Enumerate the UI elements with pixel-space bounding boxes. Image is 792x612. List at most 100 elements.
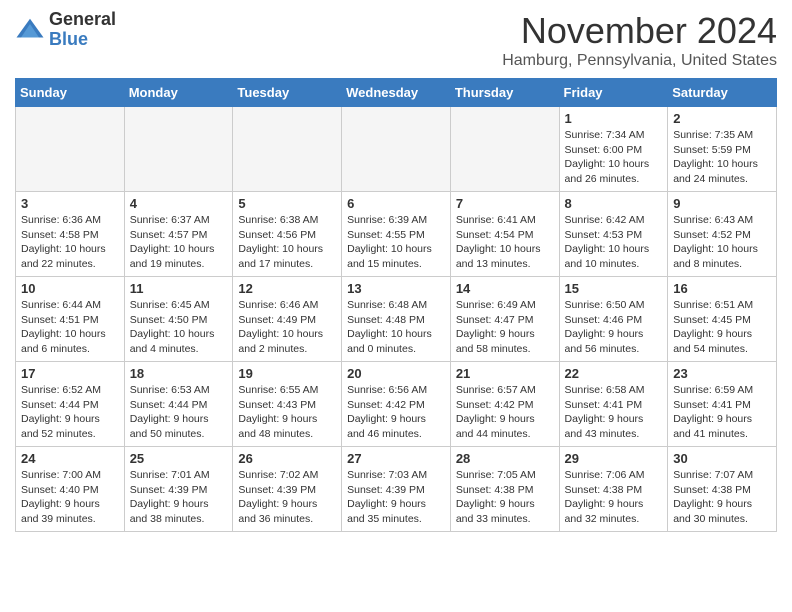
day-info: Sunrise: 6:44 AMSunset: 4:51 PMDaylight:… [21,298,119,357]
day-number: 28 [456,451,554,466]
weekday-header-wednesday: Wednesday [342,79,451,107]
day-number: 24 [21,451,119,466]
day-cell: 26 Sunrise: 7:02 AMSunset: 4:39 PMDayligh… [233,447,342,532]
day-cell: 15Sunrise: 6:50 AMSunset: 4:46 PMDayligh… [559,277,668,362]
day-number: 6 [347,196,445,211]
day-info: Sunrise: 6:51 AMSunset: 4:45 PMDaylight:… [673,298,771,357]
logo-text: General Blue [49,10,116,50]
day-number: 1 [565,111,663,126]
day-number: 20 [347,366,445,381]
day-cell: 29Sunrise: 7:06 AMSunset: 4:38 PMDayligh… [559,447,668,532]
day-cell: 16 Sunrise: 6:51 AMSunset: 4:45 PMDayligh… [668,277,777,362]
logo-icon [15,15,45,45]
day-cell: 21 Sunrise: 6:57 AMSunset: 4:42 PMDayligh… [450,362,559,447]
day-cell: 8 Sunrise: 6:42 AMSunset: 4:53 PMDaylight… [559,192,668,277]
day-number: 30 [673,451,771,466]
day-number: 3 [21,196,119,211]
day-cell [233,107,342,192]
weekday-header-thursday: Thursday [450,79,559,107]
month-title: November 2024 [502,10,777,52]
day-info: Sunrise: 6:59 AMSunset: 4:41 PMDaylight:… [673,383,771,442]
day-cell: 9Sunrise: 6:43 AMSunset: 4:52 PMDaylight… [668,192,777,277]
location: Hamburg, Pennsylvania, United States [502,52,777,70]
day-cell: 25 Sunrise: 7:01 AMSunset: 4:39 PMDayligh… [124,447,233,532]
day-number: 21 [456,366,554,381]
day-number: 8 [565,196,663,211]
day-info: Sunrise: 6:46 AMSunset: 4:49 PMDaylight:… [238,298,336,357]
calendar-table: SundayMondayTuesdayWednesdayThursdayFrid… [15,78,777,532]
week-row-1: 1 Sunrise: 7:34 AMSunset: 6:00 PMDaylight… [16,107,777,192]
day-number: 25 [130,451,228,466]
day-cell: 17Sunrise: 6:52 AMSunset: 4:44 PMDayligh… [16,362,125,447]
weekday-header-sunday: Sunday [16,79,125,107]
logo: General Blue [15,10,116,50]
day-info: Sunrise: 7:07 AMSunset: 4:38 PMDaylight:… [673,468,771,527]
weekday-header-friday: Friday [559,79,668,107]
week-row-2: 3 Sunrise: 6:36 AMSunset: 4:58 PMDaylight… [16,192,777,277]
week-row-3: 10 Sunrise: 6:44 AMSunset: 4:51 PMDayligh… [16,277,777,362]
day-cell: 11Sunrise: 6:45 AMSunset: 4:50 PMDayligh… [124,277,233,362]
day-number: 4 [130,196,228,211]
day-cell: 6Sunrise: 6:39 AMSunset: 4:55 PMDaylight… [342,192,451,277]
day-cell: 30 Sunrise: 7:07 AMSunset: 4:38 PMDayligh… [668,447,777,532]
day-cell: 24 Sunrise: 7:00 AMSunset: 4:40 PMDayligh… [16,447,125,532]
day-number: 5 [238,196,336,211]
day-info: Sunrise: 7:35 AMSunset: 5:59 PMDaylight:… [673,128,771,187]
day-info: Sunrise: 6:38 AMSunset: 4:56 PMDaylight:… [238,213,336,272]
weekday-header-tuesday: Tuesday [233,79,342,107]
day-info: Sunrise: 7:00 AMSunset: 4:40 PMDaylight:… [21,468,119,527]
day-number: 22 [565,366,663,381]
day-cell: 10 Sunrise: 6:44 AMSunset: 4:51 PMDayligh… [16,277,125,362]
weekday-header-monday: Monday [124,79,233,107]
day-number: 11 [130,281,228,296]
day-info: Sunrise: 6:49 AMSunset: 4:47 PMDaylight:… [456,298,554,357]
day-cell: 1 Sunrise: 7:34 AMSunset: 6:00 PMDaylight… [559,107,668,192]
day-cell: 4 Sunrise: 6:37 AMSunset: 4:57 PMDaylight… [124,192,233,277]
day-info: Sunrise: 6:36 AMSunset: 4:58 PMDaylight:… [21,213,119,272]
day-info: Sunrise: 6:41 AMSunset: 4:54 PMDaylight:… [456,213,554,272]
day-number: 12 [238,281,336,296]
day-info: Sunrise: 7:34 AMSunset: 6:00 PMDaylight:… [565,128,663,187]
day-info: Sunrise: 7:03 AMSunset: 4:39 PMDaylight:… [347,468,445,527]
day-number: 7 [456,196,554,211]
day-number: 2 [673,111,771,126]
day-info: Sunrise: 7:02 AMSunset: 4:39 PMDaylight:… [238,468,336,527]
day-info: Sunrise: 7:01 AMSunset: 4:39 PMDaylight:… [130,468,228,527]
day-info: Sunrise: 7:05 AMSunset: 4:38 PMDaylight:… [456,468,554,527]
week-row-5: 24 Sunrise: 7:00 AMSunset: 4:40 PMDayligh… [16,447,777,532]
day-cell: 19Sunrise: 6:55 AMSunset: 4:43 PMDayligh… [233,362,342,447]
day-number: 14 [456,281,554,296]
day-cell: 22 Sunrise: 6:58 AMSunset: 4:41 PMDayligh… [559,362,668,447]
day-cell: 5 Sunrise: 6:38 AMSunset: 4:56 PMDaylight… [233,192,342,277]
day-cell [450,107,559,192]
day-cell: 28 Sunrise: 7:05 AMSunset: 4:38 PMDayligh… [450,447,559,532]
day-cell [124,107,233,192]
day-cell: 7 Sunrise: 6:41 AMSunset: 4:54 PMDaylight… [450,192,559,277]
week-row-4: 17Sunrise: 6:52 AMSunset: 4:44 PMDayligh… [16,362,777,447]
day-number: 10 [21,281,119,296]
day-cell: 23 Sunrise: 6:59 AMSunset: 4:41 PMDayligh… [668,362,777,447]
day-number: 16 [673,281,771,296]
day-number: 18 [130,366,228,381]
day-number: 23 [673,366,771,381]
day-cell: 2 Sunrise: 7:35 AMSunset: 5:59 PMDaylight… [668,107,777,192]
day-info: Sunrise: 6:42 AMSunset: 4:53 PMDaylight:… [565,213,663,272]
day-cell: 18Sunrise: 6:53 AMSunset: 4:44 PMDayligh… [124,362,233,447]
day-cell: 13Sunrise: 6:48 AMSunset: 4:48 PMDayligh… [342,277,451,362]
day-info: Sunrise: 6:55 AMSunset: 4:43 PMDaylight:… [238,383,336,442]
weekday-header-row: SundayMondayTuesdayWednesdayThursdayFrid… [16,79,777,107]
day-cell: 27 Sunrise: 7:03 AMSunset: 4:39 PMDayligh… [342,447,451,532]
day-cell [342,107,451,192]
weekday-header-saturday: Saturday [668,79,777,107]
day-info: Sunrise: 6:58 AMSunset: 4:41 PMDaylight:… [565,383,663,442]
day-number: 27 [347,451,445,466]
day-info: Sunrise: 7:06 AMSunset: 4:38 PMDaylight:… [565,468,663,527]
day-number: 13 [347,281,445,296]
day-cell [16,107,125,192]
day-info: Sunrise: 6:57 AMSunset: 4:42 PMDaylight:… [456,383,554,442]
day-cell: 12 Sunrise: 6:46 AMSunset: 4:49 PMDayligh… [233,277,342,362]
day-number: 26 [238,451,336,466]
day-cell: 14 Sunrise: 6:49 AMSunset: 4:47 PMDayligh… [450,277,559,362]
day-info: Sunrise: 6:37 AMSunset: 4:57 PMDaylight:… [130,213,228,272]
day-info: Sunrise: 6:43 AMSunset: 4:52 PMDaylight:… [673,213,771,272]
